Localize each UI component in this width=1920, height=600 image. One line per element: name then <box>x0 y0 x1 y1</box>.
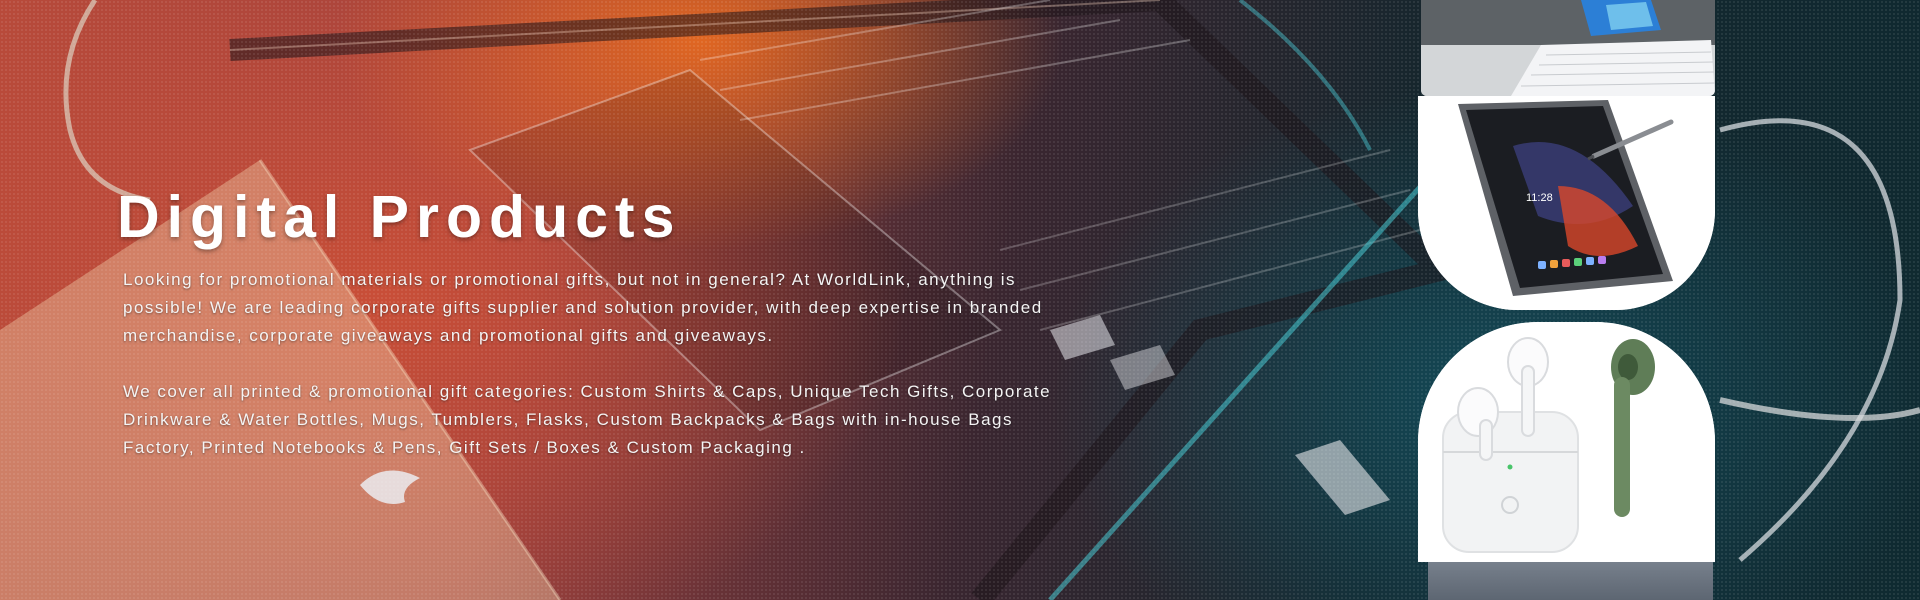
tablet-clock: 11:28 <box>1526 192 1553 204</box>
hero-banner: Digital Products Looking for promotional… <box>0 0 1920 600</box>
tablet-image: 11:28 <box>1418 96 1715 310</box>
laptop-image <box>1421 0 1715 96</box>
intro-paragraph: Looking for promotional materials or pro… <box>123 270 1043 345</box>
wood-texture-image <box>1428 562 1713 600</box>
product-gallery: 11:28 <box>1418 0 1718 600</box>
page-title: Digital Products <box>117 184 682 250</box>
categories-paragraph: We cover all printed & promotional gift … <box>123 382 1052 457</box>
hero-description: Looking for promotional materials or pro… <box>123 266 1078 490</box>
earbuds-image <box>1418 322 1715 562</box>
